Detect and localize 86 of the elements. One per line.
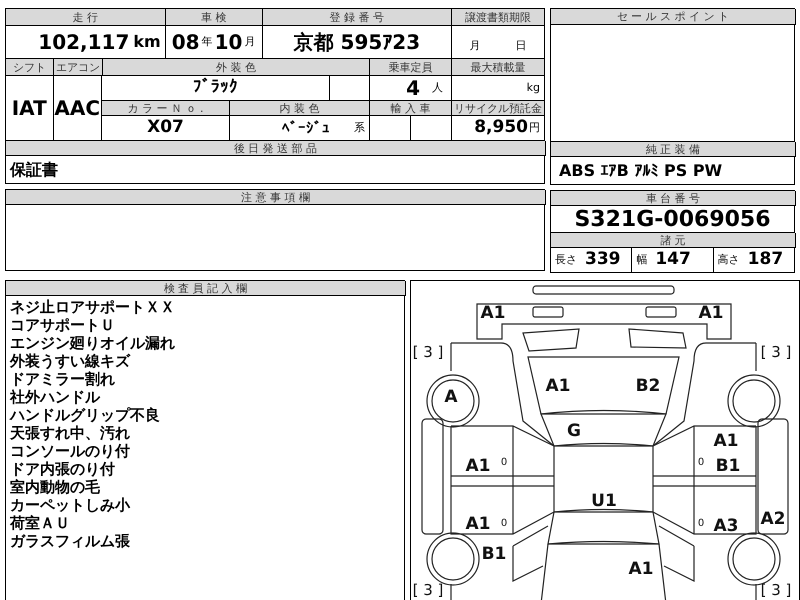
column-header: 乗車定員 [370, 59, 452, 76]
column-header: カ ラ ー Ｎ ｏ . [102, 101, 230, 116]
damage-code: B2 [636, 376, 660, 396]
recycle-fee-value: 8,950 [474, 116, 528, 140]
inspector-note: ガラスフィルム張 [10, 532, 131, 550]
column-header: 走 行 [6, 9, 166, 26]
column-header: 登 録 番 号 [262, 9, 452, 26]
day-unit: 日 [516, 38, 527, 54]
month-unit: 月 [470, 38, 481, 54]
recycle-fee-unit: 円 [529, 120, 540, 136]
inspector-note: ネジ止ロアサポートＸＸ [10, 298, 176, 316]
inspector-note: 天張すれ中、汚れ [10, 424, 131, 442]
column-header: 諸 元 [551, 233, 796, 248]
inspector-note: コアサポートＵ [10, 316, 116, 334]
spec-value: 187 [748, 248, 784, 272]
column-header: 車 検 [166, 9, 263, 26]
inspector-note: カーペットしみ小 [10, 496, 132, 514]
damage-code: A1 [714, 431, 738, 451]
column-header: 後 日 発 送 部 品 [6, 141, 546, 156]
inspection-year: 08 [172, 29, 200, 56]
capacity-value: 4 [406, 75, 420, 102]
damage-code: A1 [628, 559, 654, 579]
tire-tread-mark: [ 3 ] [412, 343, 444, 361]
capacity-unit: 人 [432, 80, 443, 96]
inspector-note: ドア内張のり付 [10, 460, 116, 478]
equipment-value: ABS ｴｱB ｱﾙﾐ PS PW [559, 160, 722, 182]
column-header: 輸 入 車 [370, 101, 452, 116]
inspector-note: ドアミラー割れ [10, 370, 116, 388]
inspector-note: 外装うすい線キズ [10, 352, 132, 370]
column-header: リサイクル預託金 [452, 101, 545, 116]
mileage-unit: km [133, 31, 161, 53]
column-header: 外 装 色 [102, 59, 370, 76]
damage-code: A1 [480, 303, 506, 323]
tire-tread-mark: [ 3 ] [412, 581, 444, 599]
tire-tread-mark: [ 3 ] [760, 343, 792, 361]
inspector-note: 室内動物の毛 [10, 478, 101, 496]
inspector-note: エンジン廻りオイル漏れ [10, 334, 176, 352]
interior-color-value: ﾍﾞｰｼﾞｭ [282, 118, 330, 139]
column-header: 検 査 員 記 入 欄 [6, 281, 406, 296]
damage-code: A1 [546, 376, 570, 396]
inspector-note: コンソールのり付 [10, 442, 131, 460]
damage-code: B1 [482, 544, 506, 564]
aircon-value: AAC [54, 95, 100, 122]
dent-count: 0 [500, 457, 508, 468]
column-header: 内 装 色 [230, 101, 370, 116]
damage-code: A [444, 387, 458, 407]
dent-count: 0 [500, 518, 508, 529]
damage-code: A1 [466, 514, 490, 534]
shift-value: IAT [12, 95, 47, 122]
damage-code: B1 [716, 456, 740, 476]
spec-value: 339 [585, 248, 620, 272]
column-header: 最大積載量 [452, 59, 545, 76]
exterior-color-value: ﾌﾞﾗｯｸ [193, 76, 238, 100]
color-number-value: X07 [147, 116, 184, 140]
inspector-note: 社外ハンドル [10, 388, 102, 406]
year-unit: 年 [202, 34, 213, 50]
spec-label: 幅 [636, 252, 648, 268]
damage-code: A1 [466, 456, 490, 476]
inspector-note: 荷室ＡＵ [10, 514, 71, 532]
chassis-number: S321G-0069056 [574, 206, 771, 234]
max-load-unit: kg [526, 80, 540, 96]
column-header: セ ー ル ス ポ イ ン ト [551, 9, 796, 25]
damage-code: A1 [698, 303, 724, 323]
month-unit: 月 [244, 34, 256, 50]
dent-count: 0 [698, 457, 704, 468]
column-header: 純 正 装 備 [551, 142, 796, 157]
column-header: 車 台 番 号 [551, 191, 796, 206]
inspection-month: 10 [214, 29, 242, 56]
spec-label: 高さ [718, 252, 740, 268]
column-header: 注 意 事 項 欄 [6, 190, 546, 205]
column-header: エアコン [54, 59, 103, 76]
mileage-value: 102,117 [38, 29, 130, 56]
column-header: シフト [6, 59, 54, 76]
damage-code: A3 [714, 516, 738, 536]
later-parts-value: 保証書 [10, 158, 58, 180]
dent-count: 0 [698, 518, 704, 529]
damage-code: G [567, 421, 581, 441]
damage-code: A2 [760, 509, 786, 529]
column-header: 譲渡書類期限 [452, 9, 545, 26]
damage-code: U1 [591, 491, 617, 511]
inspector-note: ハンドルグリップ不良 [10, 406, 161, 424]
tire-tread-mark: [ 3 ] [760, 581, 792, 599]
spec-value: 147 [655, 248, 691, 272]
spec-label: 長さ [555, 252, 577, 268]
interior-color-suffix: 系 [354, 120, 365, 136]
registration-number: 京都 595ｱ23 [294, 29, 420, 56]
